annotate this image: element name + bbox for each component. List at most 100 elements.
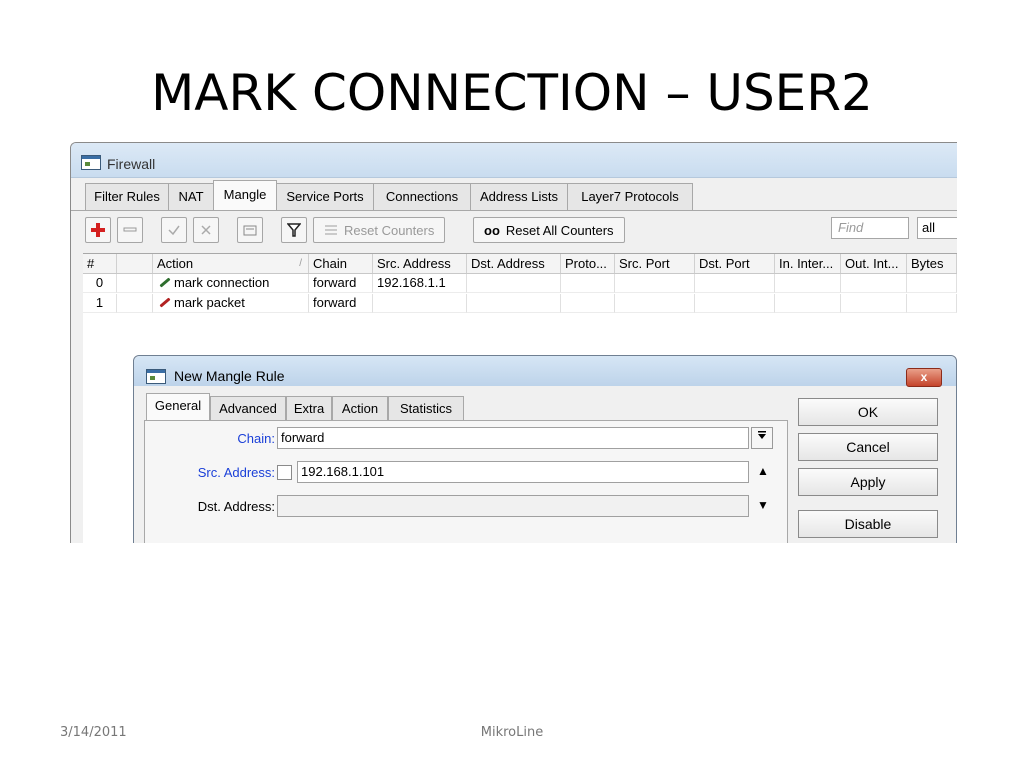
row-flags: [117, 294, 153, 313]
list-icon: [325, 225, 337, 235]
col-chain[interactable]: Chain: [309, 254, 373, 273]
tab-extra[interactable]: Extra: [286, 396, 332, 421]
dropdown-arrow-icon: [758, 431, 766, 439]
row-dst-port: [695, 294, 775, 313]
chain-dropdown-button[interactable]: [751, 427, 773, 449]
tab-connections[interactable]: Connections: [373, 183, 471, 210]
enable-button[interactable]: [161, 217, 187, 243]
row-src-port: [615, 274, 695, 293]
tab-statistics[interactable]: Statistics: [388, 396, 464, 421]
col-out-interface[interactable]: Out. Int...: [841, 254, 907, 273]
plus-icon: [91, 223, 105, 237]
reset-counters-button[interactable]: Reset Counters: [313, 217, 446, 243]
col-dst-port[interactable]: Dst. Port: [695, 254, 775, 273]
apply-button[interactable]: Apply: [798, 468, 938, 496]
tab-service-ports[interactable]: Service Ports: [276, 183, 374, 210]
row-protocol: [561, 274, 615, 293]
row-bytes: [907, 294, 957, 313]
row-src-address: [373, 294, 467, 313]
filter-button[interactable]: [281, 217, 307, 243]
row-action: mark connection: [153, 274, 309, 293]
tab-general[interactable]: General: [146, 393, 210, 422]
toolbar: Reset Counters oo Reset All Counters Fin…: [85, 217, 957, 245]
dst-address-field[interactable]: [277, 495, 749, 517]
tab-nat[interactable]: NAT: [168, 183, 214, 210]
slide-title: MARK CONNECTION – USER2: [151, 64, 873, 122]
winbox-screenshot: Firewall Filter Rules NAT Mangle Service…: [70, 142, 957, 543]
tab-mangle[interactable]: Mangle: [213, 180, 277, 211]
dialog-titlebar[interactable]: New Mangle Rule x: [134, 356, 956, 387]
src-address-label: Src. Address:: [197, 465, 275, 480]
reset-counters-label: Reset Counters: [344, 222, 435, 238]
row-in-interface: [775, 294, 841, 313]
window-icon: [81, 155, 101, 170]
reset-all-counters-button[interactable]: oo Reset All Counters: [473, 217, 625, 243]
row-number: 0: [83, 274, 117, 293]
comment-icon: [243, 225, 257, 236]
tab-action[interactable]: Action: [332, 396, 388, 421]
disable-button[interactable]: Disable: [798, 510, 938, 538]
col-bytes[interactable]: Bytes: [907, 254, 957, 273]
row-bytes: [907, 274, 957, 293]
close-button[interactable]: x: [906, 368, 942, 387]
tab-advanced[interactable]: Advanced: [210, 396, 286, 421]
tab-filter-rules[interactable]: Filter Rules: [85, 183, 169, 210]
row-dst-address: [467, 274, 561, 293]
general-panel: Chain: forward Src. Address: 192.168.1.1…: [144, 420, 788, 543]
sort-indicator-icon: /: [299, 258, 302, 269]
row-number: 1: [83, 294, 117, 313]
row-src-port: [615, 294, 695, 313]
row-dst-address: [467, 294, 561, 313]
row-protocol: [561, 294, 615, 313]
col-action[interactable]: Action /: [153, 254, 309, 273]
new-mangle-rule-dialog: New Mangle Rule x General Advanced Extra…: [133, 355, 957, 543]
collapse-up-icon[interactable]: ▲: [757, 464, 769, 478]
col-src-port[interactable]: Src. Port: [615, 254, 695, 273]
expand-down-icon[interactable]: ▼: [757, 498, 769, 512]
table-row[interactable]: 0 mark connection forward 192.168.1.1: [83, 274, 957, 293]
row-action: mark packet: [153, 294, 309, 313]
tab-address-lists[interactable]: Address Lists: [470, 183, 568, 210]
row-out-interface: [841, 294, 907, 313]
row-flags: [117, 274, 153, 293]
dst-address-label: Dst. Address:: [197, 499, 275, 514]
find-input[interactable]: Find: [831, 217, 909, 239]
window-icon: [146, 369, 166, 384]
col-number[interactable]: #: [83, 254, 117, 273]
x-icon: [201, 225, 211, 235]
col-protocol[interactable]: Proto...: [561, 254, 615, 273]
col-in-interface[interactable]: In. Inter...: [775, 254, 841, 273]
table-row[interactable]: 1 mark packet forward: [83, 294, 957, 313]
dialog-title: New Mangle Rule: [174, 368, 285, 384]
reset-all-counters-label: Reset All Counters: [505, 222, 614, 238]
funnel-icon: [287, 223, 301, 237]
row-src-address: 192.168.1.1: [373, 274, 467, 293]
pencil-green-icon: [159, 277, 171, 288]
col-src-address[interactable]: Src. Address: [373, 254, 467, 273]
row-chain: forward: [309, 274, 373, 293]
reset-all-icon: oo: [484, 222, 500, 238]
ok-button[interactable]: OK: [798, 398, 938, 426]
src-address-negate-checkbox[interactable]: [277, 465, 292, 480]
row-out-interface: [841, 274, 907, 293]
cancel-button[interactable]: Cancel: [798, 433, 938, 461]
check-icon: [168, 225, 180, 236]
src-address-field[interactable]: 192.168.1.101: [297, 461, 749, 483]
tab-layer7-protocols[interactable]: Layer7 Protocols: [567, 183, 693, 210]
firewall-title: Firewall: [107, 156, 156, 172]
row-action-label: mark connection: [174, 275, 270, 290]
row-in-interface: [775, 274, 841, 293]
minus-icon: [123, 227, 137, 232]
col-flags[interactable]: [117, 254, 153, 273]
filter-select[interactable]: all: [917, 217, 957, 239]
pencil-red-icon: [159, 297, 171, 308]
comment-button[interactable]: [237, 217, 263, 243]
tab-divider: [71, 210, 957, 211]
chain-field[interactable]: forward: [277, 427, 749, 449]
disable-button[interactable]: [193, 217, 219, 243]
footer-text: MikroLine: [480, 725, 544, 740]
close-icon: x: [920, 370, 928, 384]
col-dst-address[interactable]: Dst. Address: [467, 254, 561, 273]
remove-button[interactable]: [117, 217, 143, 243]
add-button[interactable]: [85, 217, 111, 243]
